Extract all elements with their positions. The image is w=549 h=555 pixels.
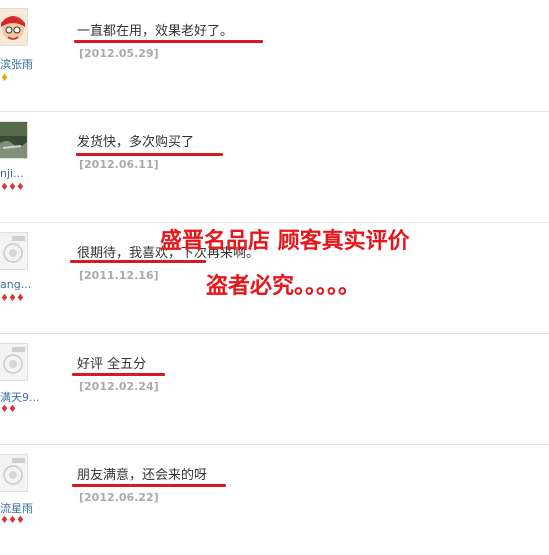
avatar[interactable]: [0, 121, 28, 159]
avatar[interactable]: [0, 232, 28, 270]
review-date: [2012.06.22]: [79, 491, 159, 504]
buyer-level-badge-icon: ♦♦: [0, 404, 17, 415]
buyer-level-badge-icon: ♦: [0, 73, 9, 84]
highlight-underline: [72, 373, 165, 376]
buyer-level-badge-icon: ♦♦♦: [0, 293, 25, 304]
review-item: 满天9... ♦♦ 好评 全五分 [2012.02.24]: [0, 333, 549, 445]
review-date: [2012.02.24]: [79, 380, 159, 393]
username[interactable]: 滨张雨: [0, 56, 44, 72]
highlight-underline: [76, 153, 223, 156]
avatar-cartoon-icon: [0, 9, 27, 45]
review-comment: 朋友满意，还会来的呀: [77, 468, 208, 483]
buyer-level-badge-icon: ♦♦♦: [0, 515, 25, 526]
review-item: 流星雨 ♦♦♦ 朋友满意，还会来的呀 [2012.06.22]: [0, 444, 549, 555]
watermark-line-2: 盗者必究。。。。。: [206, 274, 361, 299]
default-avatar-icon: [0, 344, 27, 380]
review-item: nji... ♦♦♦ 发货快，多次购买了 [2012.06.11]: [0, 111, 549, 223]
review-comment: 发货快，多次购买了: [77, 135, 195, 150]
default-avatar-icon: [0, 455, 27, 491]
review-item: 滨张雨 ♦ 一直都在用，效果老好了。 [2012.05.29]: [0, 0, 549, 112]
avatar[interactable]: [0, 8, 28, 46]
buyer-level-badge-icon: ♦♦♦: [0, 182, 25, 193]
highlight-underline: [70, 260, 206, 263]
review-comment: 好评 全五分: [77, 357, 147, 372]
username[interactable]: 流星雨: [0, 500, 44, 516]
review-date: [2011.12.16]: [79, 269, 159, 282]
avatar[interactable]: [0, 343, 28, 381]
watermark-line-1: 盛晋名品店 顾客真实评价: [160, 229, 410, 254]
review-date: [2012.06.11]: [79, 158, 159, 171]
review-comment: 一直都在用，效果老好了。: [77, 24, 234, 39]
username[interactable]: 满天9...: [0, 389, 44, 405]
default-avatar-icon: [0, 233, 27, 269]
avatar[interactable]: [0, 454, 28, 492]
username[interactable]: nji...: [0, 167, 44, 180]
avatar-landscape-icon: [0, 122, 27, 158]
highlight-underline: [74, 40, 263, 43]
review-date: [2012.05.29]: [79, 47, 159, 60]
highlight-underline: [72, 484, 226, 487]
username[interactable]: ang...: [0, 278, 44, 291]
